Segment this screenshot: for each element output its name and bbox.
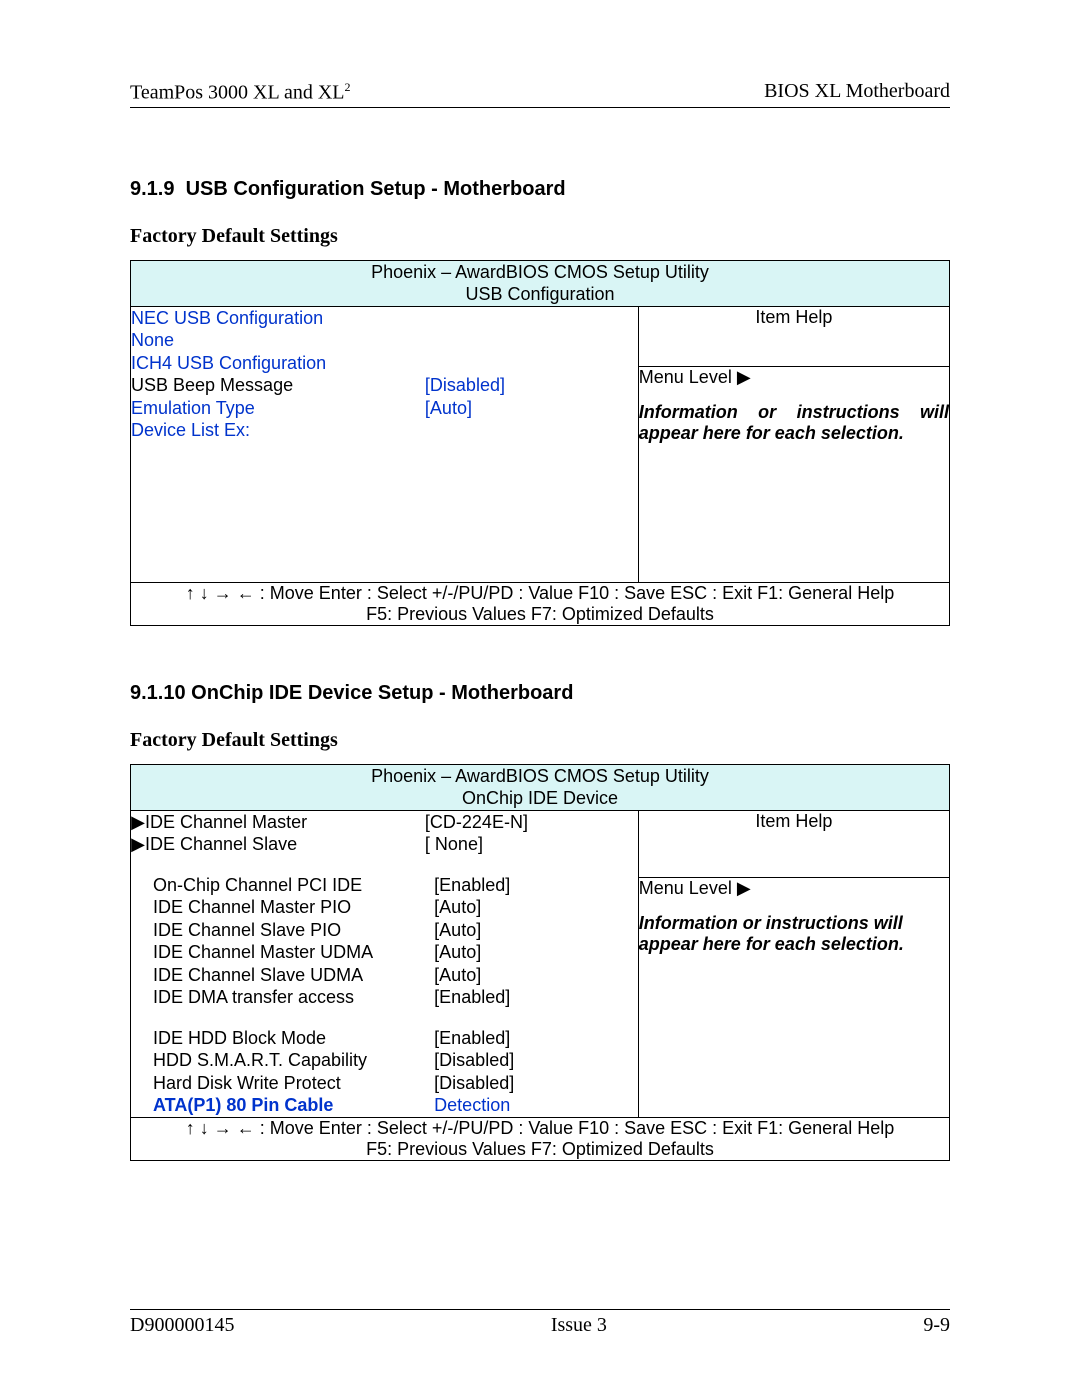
write-value: [Disabled]: [434, 1072, 638, 1095]
bios-left-pane: NEC USB Configuration None ICH4 USB Conf…: [131, 306, 639, 582]
onchip-label: On-Chip Channel PCI IDE: [131, 874, 434, 897]
dma-value: [Enabled]: [434, 986, 638, 1009]
block-label: IDE HDD Block Mode: [131, 1027, 434, 1050]
section-heading-2: OnChip IDE Device Setup - Motherboard: [191, 682, 573, 704]
page-footer: D900000145 Issue 3 9-9: [130, 1309, 950, 1337]
item-help-body-2: Menu Level ▶ Information or instructions…: [638, 878, 949, 1117]
section-title-ide: 9.1.10 OnChip IDE Device Setup - Motherb…: [130, 682, 950, 705]
master-pio-label: IDE Channel Master PIO: [131, 896, 434, 919]
key-help2-line2: F5: Previous Values F7: Optimized Defaul…: [131, 1139, 949, 1160]
bios-table-usb: Phoenix – AwardBIOS CMOS Setup Utility U…: [130, 260, 950, 626]
bios-title2-line1: Phoenix – AwardBIOS CMOS Setup Utility: [131, 765, 949, 788]
page-header: TeamPos 3000 XL and XL2 BIOS XL Motherbo…: [130, 80, 950, 108]
header-right: BIOS XL Motherboard: [764, 80, 950, 105]
bios-title-line1: Phoenix – AwardBIOS CMOS Setup Utility: [131, 261, 949, 284]
caret-icon: ▶: [131, 833, 145, 856]
bios-title2-line2: OnChip IDE Device: [131, 787, 949, 810]
ide-master-value: [CD-224E-N]: [425, 811, 638, 834]
write-label: Hard Disk Write Protect: [131, 1072, 434, 1095]
footer-center: Issue 3: [551, 1314, 607, 1337]
bios-title-bar: Phoenix – AwardBIOS CMOS Setup Utility U…: [131, 260, 950, 306]
bios-title-line2: USB Configuration: [131, 283, 949, 306]
item-help-body: Menu Level ▶ Information or instructions…: [638, 367, 949, 582]
slave-udma-label: IDE Channel Slave UDMA: [131, 964, 434, 987]
usb-beep-value: [Disabled]: [425, 374, 638, 397]
smart-label: HDD S.M.A.R.T. Capability: [131, 1049, 434, 1072]
block-value: [Enabled]: [434, 1027, 638, 1050]
ata-label: ATA(P1) 80 Pin Cable: [131, 1094, 434, 1117]
section-number-2: 9.1.10: [130, 682, 186, 704]
emulation-type-label: Emulation Type: [131, 397, 425, 420]
help-description: Information or instructions will appear …: [639, 402, 949, 444]
page: TeamPos 3000 XL and XL2 BIOS XL Motherbo…: [0, 0, 1080, 1397]
emulation-type-value: [Auto]: [425, 397, 638, 420]
menu-level-2: Menu Level ▶: [639, 878, 949, 899]
ich4-usb-config: ICH4 USB Configuration: [131, 352, 425, 375]
menu-level: Menu Level ▶: [639, 367, 949, 388]
section-title-usb: 9.1.9 USB Configuration Setup - Motherbo…: [130, 178, 950, 201]
slave-udma-value: [Auto]: [434, 964, 638, 987]
factory-default-heading-1: Factory Default Settings: [130, 225, 950, 248]
key-help2-line1: ↑ ↓ → ← : Move Enter : Select +/-/PU/PD …: [131, 1118, 949, 1139]
ide-slave-value: [ None]: [425, 833, 638, 856]
item-help-title-2: Item Help: [639, 811, 949, 832]
section-heading: USB Configuration Setup - Motherboard: [186, 178, 566, 200]
item-help-header: Item Help: [638, 306, 949, 367]
master-pio-value: [Auto]: [434, 896, 638, 919]
nec-usb-none: None: [131, 329, 425, 352]
nec-usb-config: NEC USB Configuration: [131, 307, 425, 330]
slave-pio-value: [Auto]: [434, 919, 638, 942]
footer-left: D900000145: [130, 1314, 234, 1337]
slave-pio-label: IDE Channel Slave PIO: [131, 919, 434, 942]
key-help-line1: ↑ ↓ → ← : Move Enter : Select +/-/PU/PD …: [131, 583, 949, 604]
onchip-value: [Enabled]: [434, 874, 638, 897]
device-list-ex: Device List Ex:: [131, 419, 425, 442]
master-udma-value: [Auto]: [434, 941, 638, 964]
master-udma-label: IDE Channel Master UDMA: [131, 941, 434, 964]
item-help-title: Item Help: [639, 307, 949, 328]
factory-default-heading-2: Factory Default Settings: [130, 729, 950, 752]
section-number: 9.1.9: [130, 178, 174, 200]
ata-value: Detection: [434, 1094, 638, 1117]
bios-title-bar-2: Phoenix – AwardBIOS CMOS Setup Utility O…: [131, 764, 950, 810]
item-help-header-2: Item Help: [638, 810, 949, 878]
caret-icon: ▶: [131, 811, 145, 834]
bios-left-pane-2: ▶IDE Channel Master [CD-224E-N] ▶IDE Cha…: [131, 810, 639, 1117]
product-name: TeamPos 3000 XL and XL: [130, 82, 345, 104]
smart-value: [Disabled]: [434, 1049, 638, 1072]
product-superscript: 2: [345, 80, 351, 94]
dma-label: IDE DMA transfer access: [131, 986, 434, 1009]
bios-table-ide: Phoenix – AwardBIOS CMOS Setup Utility O…: [130, 764, 950, 1161]
usb-beep-label: USB Beep Message: [131, 374, 425, 397]
ide-slave-label: IDE Channel Slave: [145, 834, 297, 854]
header-left: TeamPos 3000 XL and XL2: [130, 80, 351, 105]
ide-master-label: IDE Channel Master: [145, 812, 307, 832]
bios-key-help: ↑ ↓ → ← : Move Enter : Select +/-/PU/PD …: [131, 582, 950, 625]
help-description-2: Information or instructions will appear …: [639, 913, 949, 955]
key-help-line2: F5: Previous Values F7: Optimized Defaul…: [131, 604, 949, 625]
footer-right: 9-9: [923, 1314, 950, 1337]
bios-key-help-2: ↑ ↓ → ← : Move Enter : Select +/-/PU/PD …: [131, 1117, 950, 1160]
